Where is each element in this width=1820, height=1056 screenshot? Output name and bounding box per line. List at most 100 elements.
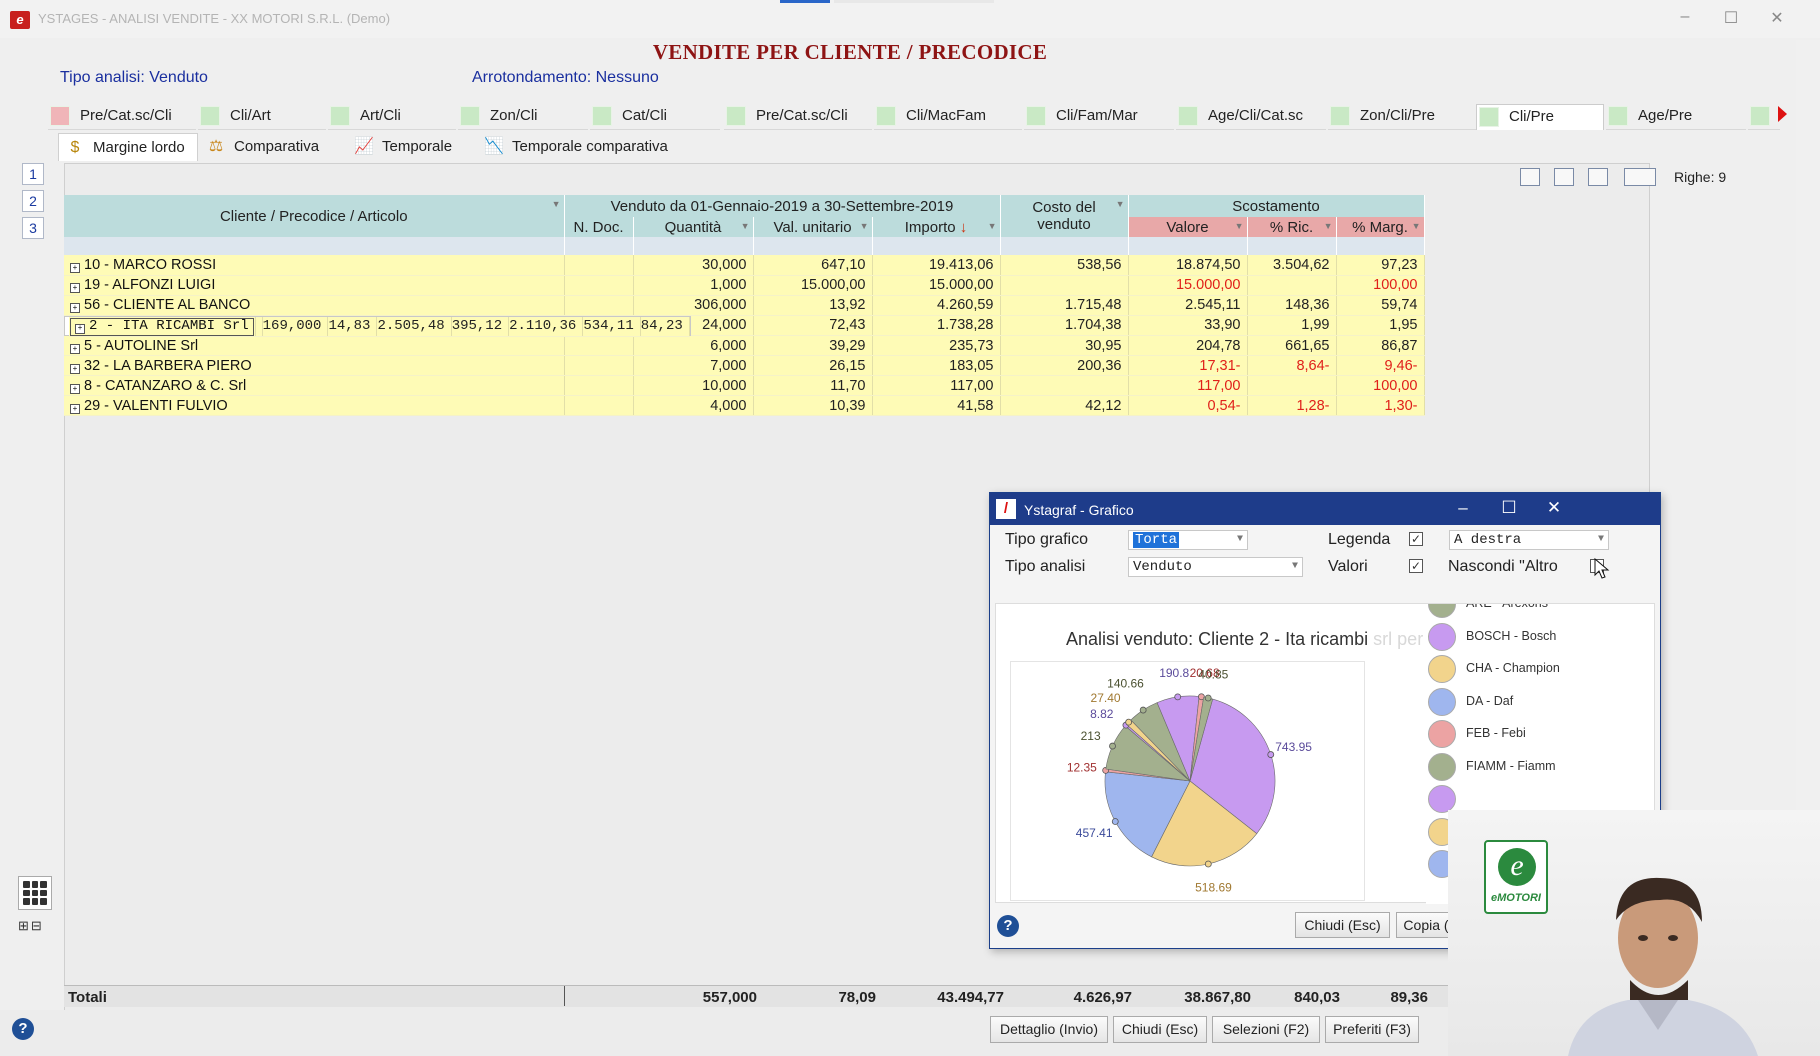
table-row[interactable]: +8 - CATANZARO & C. Srl 10,000 11,70 117,00…: [64, 375, 1425, 396]
dialog-help-icon[interactable]: ?: [997, 915, 1019, 937]
level-1-button[interactable]: 1: [22, 163, 44, 185]
tab-cli-art[interactable]: Cli/Art: [198, 104, 326, 130]
dettaglio-button[interactable]: Dettaglio (Invio): [990, 1016, 1108, 1043]
tab-cli-macfam[interactable]: Cli/MacFam: [874, 104, 1022, 130]
expand-row-icon[interactable]: +: [70, 403, 80, 414]
legend-swatch: [1428, 604, 1456, 618]
expand-row-icon[interactable]: +: [70, 283, 80, 293]
valori-checkbox[interactable]: ✓: [1409, 559, 1423, 573]
row-label: 19 - ALFONZI LUIGI: [84, 277, 216, 293]
tipo-analisi-info: Tipo analisi: Venduto: [60, 69, 208, 86]
subtab-margine-lordo[interactable]: $ Margine lordo: [58, 133, 198, 161]
col-quantita-header[interactable]: Quantità ▼: [633, 217, 754, 237]
dialog-chiudi-button[interactable]: Chiudi (Esc): [1295, 912, 1390, 938]
col-val-unitario-header[interactable]: Val. unitario ▼: [753, 217, 873, 237]
dropdown-arrow-icon[interactable]: ▼: [741, 221, 750, 231]
minimize-icon[interactable]: –: [1670, 8, 1700, 26]
dropdown-arrow-icon[interactable]: ▼: [988, 221, 997, 231]
legenda-checkbox[interactable]: ✓: [1409, 532, 1423, 546]
table-row[interactable]: +5 - AUTOLINE Srl 6,000 39,29 235,73 30,95 20…: [64, 335, 1425, 356]
cell-val-unitario: 15.000,00: [753, 275, 873, 296]
filter-row[interactable]: [64, 237, 1425, 255]
dropdown-arrow-icon[interactable]: ▼: [1412, 221, 1421, 231]
level-2-button[interactable]: 2: [22, 190, 44, 212]
table-row[interactable]: +29 - VALENTI FULVIO 4,000 10,39 41,58 42,12…: [64, 395, 1425, 416]
resize-icon[interactable]: [1588, 168, 1608, 186]
selezioni-button[interactable]: Selezioni (F2): [1212, 1016, 1320, 1043]
help-icon[interactable]: ?: [12, 1018, 34, 1040]
dropdown-arrow-icon[interactable]: ▼: [860, 221, 869, 231]
tab-label: Art/Cli: [360, 107, 401, 124]
expand-row-icon[interactable]: +: [75, 324, 85, 335]
col-importo-header[interactable]: Importo ↓ ▼: [872, 217, 1001, 237]
tab-art-cli[interactable]: Art/Cli: [328, 104, 456, 130]
dropdown-arrow-icon[interactable]: ▼: [1116, 199, 1125, 209]
cell-importo: 15.000,00: [872, 275, 1001, 296]
maximize-icon[interactable]: ☐: [1716, 8, 1746, 28]
dropdown-arrow-icon[interactable]: ▼: [1235, 221, 1244, 231]
dialog-close-icon[interactable]: ✕: [1539, 498, 1569, 518]
tab-zon-cli[interactable]: Zon/Cli: [458, 104, 588, 130]
tab-cli-fam-mar[interactable]: Cli/Fam/Mar: [1024, 104, 1174, 130]
expand-row-icon[interactable]: +: [70, 383, 80, 394]
subtab-label: Temporale: [382, 138, 453, 155]
expand-row-icon[interactable]: +: [70, 343, 80, 354]
expand-row-icon[interactable]: +: [70, 262, 80, 273]
chiudi-button[interactable]: Chiudi (Esc): [1113, 1016, 1207, 1043]
tab-age-cli-cat-sc[interactable]: Age/Cli/Cat.sc: [1176, 104, 1326, 130]
table-row[interactable]: +32 - LA BARBERA PIERO 7,000 26,15 183,05 20…: [64, 355, 1425, 376]
table-row[interactable]: +2 - ITA RICAMBI Srl 169,000 14,83 2.505,48…: [64, 315, 691, 337]
export-icon[interactable]: [1520, 168, 1540, 186]
tipo-grafico-select[interactable]: Torta ▼: [1128, 530, 1248, 550]
table-row[interactable]: +19 - ALFONZI LUIGI 1,000 15.000,00 15.000,…: [64, 275, 1425, 296]
tab-age-pre[interactable]: Age/Pre: [1606, 104, 1746, 130]
col-costo-header[interactable]: Costo del venduto ▼: [1000, 195, 1129, 237]
cell-valore: 117,00: [1128, 375, 1248, 396]
expand-row-icon[interactable]: +: [70, 363, 80, 374]
expand-row-icon[interactable]: +: [70, 303, 80, 313]
subtab-temporale-comparativa[interactable]: 📉 Temporale comparativa: [478, 133, 698, 161]
cell-ric: 661,65: [1247, 335, 1337, 356]
dialog-copia-button[interactable]: Copia (: [1396, 912, 1456, 938]
columns-icon[interactable]: [1554, 168, 1574, 186]
close-icon[interactable]: ✕: [1762, 8, 1792, 28]
tab-zon-cli-pre[interactable]: Zon/Cli/Pre: [1328, 104, 1476, 130]
tipo-analisi-select[interactable]: Venduto ▼: [1128, 557, 1303, 577]
layout-grid-icon[interactable]: [18, 876, 52, 910]
cell-ndoc: [564, 375, 634, 396]
row-label: 56 - CLIENTE AL BANCO: [84, 297, 251, 313]
filter-dropdown-icon[interactable]: [1624, 168, 1656, 186]
level-3-button[interactable]: 3: [22, 217, 44, 239]
tab-label: Cli/MacFam: [906, 107, 987, 124]
cell-importo: 117,00: [872, 375, 1001, 396]
table-row[interactable]: +10 - MARCO ROSSI 30,000 647,10 19.413,06 53…: [64, 255, 1425, 276]
data-label: 27.40: [1091, 691, 1121, 705]
tab-scroll-right-icon[interactable]: [1778, 106, 1787, 122]
col-ndoc-header[interactable]: N. Doc.: [564, 217, 634, 237]
preferiti-button[interactable]: Preferiti (F3): [1325, 1016, 1419, 1043]
cell-marg: 86,87: [1336, 335, 1425, 356]
dialog-minimize-icon[interactable]: –: [1448, 498, 1478, 518]
tab-pre-cat-sc-cli[interactable]: Pre/Cat.sc/Cli: [48, 104, 196, 130]
dialog-maximize-icon[interactable]: ☐: [1494, 498, 1524, 518]
col-marg-header[interactable]: % Marg. ▼: [1336, 217, 1425, 237]
table-row[interactable]: +56 - CLIENTE AL BANCO 306,000 13,92 4.260,…: [64, 295, 1425, 316]
dropdown-arrow-icon[interactable]: ▼: [552, 199, 561, 209]
tab-cat-cli[interactable]: Cat/Cli: [590, 104, 720, 130]
cell-valore: 18.874,50: [1128, 255, 1248, 276]
cell-ric: 3.504,62: [1247, 255, 1337, 276]
tab-pre-cat-sc-cli-2[interactable]: Pre/Cat.sc/Cli: [724, 104, 872, 130]
col-ric-header[interactable]: % Ric. ▼: [1247, 217, 1337, 237]
subtab-comparativa[interactable]: ⚖ Comparativa: [200, 133, 346, 161]
legenda-select[interactable]: A destra ▼: [1449, 530, 1609, 550]
legend-label: FEB - Febi: [1466, 726, 1526, 740]
col-valore-header[interactable]: Valore ▼: [1128, 217, 1248, 237]
tab-more[interactable]: [1748, 104, 1780, 130]
tab-cli-pre[interactable]: Cli/Pre: [1476, 104, 1604, 130]
cell-cliente: +29 - VALENTI FULVIO: [64, 395, 565, 416]
col-cliente-header[interactable]: Cliente / Precodice / Articolo ▼: [64, 195, 565, 237]
subtab-temporale[interactable]: 📈 Temporale: [348, 133, 476, 161]
expand-collapse-controls[interactable]: ⊞⊟: [18, 918, 44, 934]
cell-cliente: +10 - MARCO ROSSI: [64, 255, 565, 276]
dropdown-arrow-icon[interactable]: ▼: [1324, 221, 1333, 231]
